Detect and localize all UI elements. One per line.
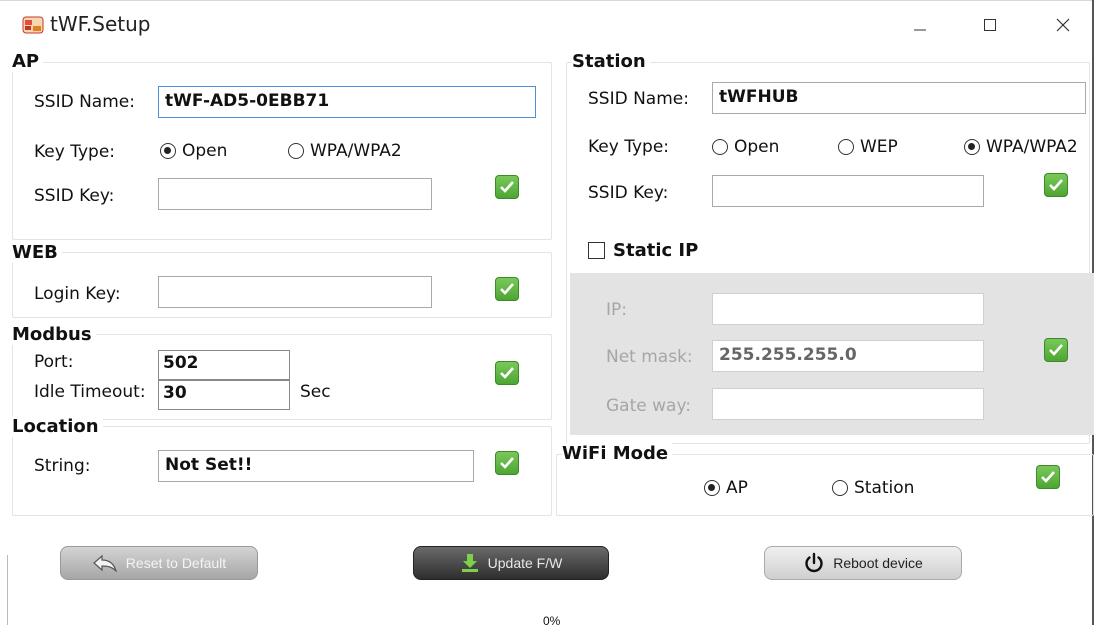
static-ip-label: Static IP (613, 240, 699, 261)
station-apply-checkmark-icon[interactable] (1044, 173, 1068, 197)
radio-unselected-icon (712, 139, 728, 155)
ap-key-type-wpa-radio[interactable]: WPA/WPA2 (288, 141, 402, 161)
undo-arrow-icon (92, 554, 117, 572)
reset-to-default-button[interactable]: Reset to Default (60, 546, 258, 580)
radio-label: AP (726, 478, 748, 498)
close-button[interactable] (1043, 8, 1083, 42)
ap-ssid-key-label: SSID Key: (34, 186, 115, 206)
reset-button-label: Reset to Default (125, 555, 227, 571)
netmask-input[interactable]: 255.255.255.0 (712, 340, 984, 372)
location-string-input[interactable]: Not Set!! (158, 450, 474, 482)
reboot-button-label: Reboot device (833, 555, 923, 571)
window-title: tWF.Setup (50, 12, 151, 36)
maximize-icon (984, 19, 996, 31)
web-group-title: WEB (12, 242, 62, 263)
radio-unselected-icon (838, 139, 854, 155)
ap-key-type-open-radio[interactable]: Open (160, 141, 227, 161)
station-key-type-wpa-radio[interactable]: WPA/WPA2 (964, 137, 1078, 157)
modbus-port-label: Port: (34, 352, 74, 372)
station-key-type-wep-radio[interactable]: WEP (838, 137, 898, 157)
station-ssid-name-label: SSID Name: (588, 89, 689, 109)
update-button-label: Update F/W (487, 555, 563, 571)
station-key-type-label: Key Type: (588, 137, 669, 157)
static-ip-checkbox[interactable]: Static IP (588, 240, 698, 261)
radio-unselected-icon (288, 143, 304, 159)
reboot-device-button[interactable]: Reboot device (764, 546, 962, 580)
web-login-key-label: Login Key: (34, 284, 121, 304)
ap-ssid-name-input[interactable]: tWF-AD5-0EBB71 (158, 86, 536, 118)
wifi-mode-station-radio[interactable]: Station (832, 478, 914, 498)
radio-label: Station (854, 478, 915, 498)
gateway-label: Gate way: (606, 396, 691, 416)
radio-label: WEP (860, 137, 898, 157)
modbus-idle-unit-label: Sec (300, 382, 331, 402)
modbus-port-input[interactable]: 502 (158, 350, 290, 380)
radio-unselected-icon (832, 480, 848, 496)
web-login-key-input[interactable] (158, 276, 432, 308)
static-ip-apply-checkmark-icon[interactable] (1044, 338, 1068, 362)
checkbox-unchecked-icon (588, 242, 605, 259)
ip-input[interactable] (712, 293, 984, 325)
wifi-mode-group-title: WiFi Mode (562, 443, 673, 464)
modbus-idle-timeout-label: Idle Timeout: (34, 382, 146, 402)
update-firmware-button[interactable]: Update F/W (413, 546, 609, 580)
modbus-idle-timeout-input[interactable]: 30 (158, 380, 290, 410)
window-border-left (7, 555, 8, 625)
radio-label: WPA/WPA2 (310, 141, 402, 161)
minimize-icon (914, 29, 926, 31)
ap-key-type-label: Key Type: (34, 142, 115, 162)
radio-selected-icon (964, 139, 980, 155)
minimize-button[interactable] (900, 8, 940, 42)
radio-selected-icon (704, 480, 720, 496)
power-icon (805, 552, 823, 573)
station-ssid-key-input[interactable] (712, 175, 984, 207)
location-string-label: String: (34, 456, 91, 476)
radio-label: Open (182, 141, 228, 161)
progress-percent-text: 0% (543, 614, 561, 628)
modbus-apply-checkmark-icon[interactable] (495, 361, 519, 385)
station-ssid-key-label: SSID Key: (588, 183, 669, 203)
download-arrow-icon (461, 554, 478, 572)
ap-apply-checkmark-icon[interactable] (495, 175, 519, 199)
app-icon (22, 15, 44, 35)
gateway-input[interactable] (712, 388, 984, 420)
station-group-title: Station (572, 51, 650, 72)
radio-selected-icon (160, 143, 176, 159)
location-group-title: Location (12, 416, 103, 437)
ap-group-title: AP (12, 51, 44, 72)
ap-ssid-name-label: SSID Name: (34, 92, 135, 112)
modbus-group-title: Modbus (12, 324, 96, 345)
radio-label: Open (734, 137, 780, 157)
ip-label: IP: (606, 300, 627, 320)
location-apply-checkmark-icon[interactable] (495, 451, 519, 475)
wifi-mode-ap-radio[interactable]: AP (704, 478, 748, 498)
station-key-type-open-radio[interactable]: Open (712, 137, 779, 157)
radio-label: WPA/WPA2 (986, 137, 1078, 157)
wifi-mode-apply-checkmark-icon[interactable] (1036, 465, 1060, 489)
netmask-label: Net mask: (606, 347, 693, 367)
station-ssid-name-input[interactable]: tWFHUB (712, 82, 1086, 114)
ap-ssid-key-input[interactable] (158, 178, 432, 210)
maximize-button[interactable] (970, 8, 1010, 42)
close-icon (1056, 18, 1070, 32)
web-apply-checkmark-icon[interactable] (495, 277, 519, 301)
